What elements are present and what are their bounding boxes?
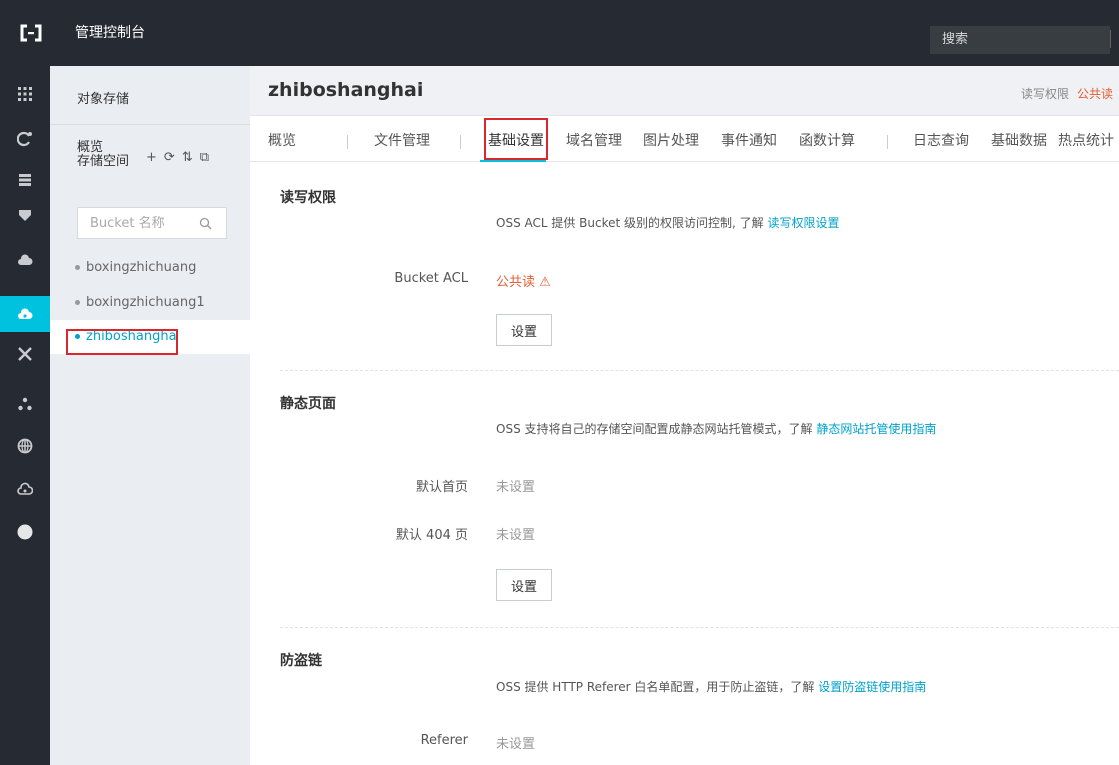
global-search[interactable]: 搜索 xyxy=(930,26,1110,54)
network-icon xyxy=(18,347,32,361)
rail-network[interactable] xyxy=(0,336,50,372)
grid-icon xyxy=(18,87,32,101)
tab-separator xyxy=(887,135,888,149)
main-content: zhiboshanghai 读写权限 公共读 概览 文件管理 基础设置 域名管理… xyxy=(250,66,1119,765)
section-desc-acl: OSS ACL 提供 Bucket 级别的权限访问控制, 了解 读写权限设置 xyxy=(496,214,840,231)
static-help-link[interactable]: 静态网站托管使用指南 xyxy=(816,422,936,436)
active-tab-indicator xyxy=(480,160,546,162)
acl-settings-button[interactable]: 设置 xyxy=(496,314,552,346)
highlight-box xyxy=(484,118,548,160)
default-index-value: 未设置 xyxy=(496,480,536,495)
highlight-box xyxy=(66,329,178,355)
rail-grid[interactable] xyxy=(0,76,50,112)
tab-basic-data[interactable]: 基础数据 xyxy=(991,130,1047,150)
search-icon[interactable] xyxy=(199,217,212,230)
rail-oss[interactable] xyxy=(0,296,50,332)
bucket-item[interactable]: boxingzhichuang1 xyxy=(50,286,250,320)
cdn-icon xyxy=(17,131,32,147)
rail-cluster[interactable] xyxy=(0,386,50,422)
tab-domain-management[interactable]: 域名管理 xyxy=(566,130,622,150)
section-divider xyxy=(280,370,1119,371)
bucket-header: zhiboshanghai 读写权限 公共读 xyxy=(250,66,1119,116)
acl-help-link[interactable]: 读写权限设置 xyxy=(768,216,840,230)
top-bar: 管理控制台 搜索 xyxy=(0,0,1119,66)
globe-icon xyxy=(17,438,33,454)
bucket-name: boxingzhichuang1 xyxy=(86,295,205,310)
refresh-icon[interactable]: ⟳ xyxy=(164,150,175,165)
desc-text: OSS ACL 提供 Bucket 级别的权限访问控制, 了解 xyxy=(496,216,768,230)
referer-help-link[interactable]: 设置防盗链使用指南 xyxy=(818,680,926,694)
section-title-referer: 防盗链 xyxy=(280,653,322,669)
default-404-label: 默认 404 页 xyxy=(395,528,468,543)
add-bucket-icon[interactable]: + xyxy=(146,150,157,165)
rail-cloud[interactable] xyxy=(0,242,50,278)
shield-icon xyxy=(19,210,31,221)
acl-value: 公共读 xyxy=(1077,87,1114,101)
sort-icon[interactable]: ⇅ xyxy=(182,150,193,165)
bucket-acl-label: Bucket ACL xyxy=(394,271,468,286)
bucket-toolbar: + ⟳ ⇅ ⧉ xyxy=(146,150,209,165)
section-title-static: 静态页面 xyxy=(280,396,336,412)
bucket-item-active[interactable]: zhiboshangha xyxy=(50,320,250,355)
circle-icon xyxy=(17,524,33,540)
acl-label: 读写权限 xyxy=(1021,87,1070,101)
section-desc-static: OSS 支持将自己的存储空间配置成静态网站托管模式，了解 静态网站托管使用指南 xyxy=(496,420,936,437)
section-title-acl: 读写权限 xyxy=(280,190,336,206)
bucket-item[interactable]: boxingzhichuang xyxy=(50,251,250,285)
cluster-icon xyxy=(18,397,32,411)
cloud-settings-icon xyxy=(17,482,33,495)
rail-cloud-settings[interactable] xyxy=(0,471,50,507)
bucket-tabs: 概览 文件管理 基础设置 域名管理 图片处理 事件通知 函数计算 日志查询 基础… xyxy=(250,116,1119,162)
server-icon xyxy=(19,174,31,186)
oss-icon xyxy=(18,308,33,319)
bucket-name: boxingzhichuang xyxy=(86,260,197,275)
aliyun-logo[interactable] xyxy=(0,0,62,66)
sidebar-title-divider xyxy=(50,124,250,125)
tab-function-compute[interactable]: 函数计算 xyxy=(799,130,855,150)
rail-globe[interactable] xyxy=(0,428,50,464)
bucket-acl-value: 公共读 ⚠ xyxy=(496,275,551,290)
logo-icon xyxy=(20,24,42,42)
static-settings-button[interactable]: 设置 xyxy=(496,569,552,601)
referer-label: Referer xyxy=(420,733,468,748)
sidebar-title: 对象存储 xyxy=(77,92,130,107)
tab-event-notification[interactable]: 事件通知 xyxy=(721,130,777,150)
default-404-value: 未设置 xyxy=(496,528,536,543)
tab-separator xyxy=(347,135,348,149)
rail-cdn[interactable] xyxy=(0,121,50,157)
referer-value: 未设置 xyxy=(496,737,536,752)
page-title: zhiboshanghai xyxy=(268,79,424,101)
rail-server[interactable] xyxy=(0,162,50,198)
sidebar-storage-label: 存储空间 xyxy=(77,154,130,169)
expand-icon[interactable]: ⧉ xyxy=(200,150,209,165)
product-rail xyxy=(0,66,50,765)
tab-hot-stats[interactable]: 热点统计 xyxy=(1058,130,1114,150)
tab-file-management[interactable]: 文件管理 xyxy=(374,130,430,150)
tab-overview[interactable]: 概览 xyxy=(268,130,296,150)
bucket-dot-icon xyxy=(75,265,80,270)
section-divider xyxy=(280,627,1119,628)
default-index-label: 默认首页 xyxy=(415,480,468,495)
tab-log-query[interactable]: 日志查询 xyxy=(913,130,969,150)
bucket-dot-icon xyxy=(75,300,80,305)
rail-circle[interactable] xyxy=(0,514,50,550)
topbar-divider xyxy=(1110,30,1111,48)
desc-text: OSS 支持将自己的存储空间配置成静态网站托管模式，了解 xyxy=(496,422,817,436)
oss-sidebar: 对象存储 概览 存储空间 + ⟳ ⇅ ⧉ boxingzhichuang box… xyxy=(50,66,250,765)
rail-security[interactable] xyxy=(0,197,50,233)
tab-image-processing[interactable]: 图片处理 xyxy=(643,130,699,150)
tab-separator xyxy=(460,135,461,149)
bucket-search xyxy=(77,207,227,239)
console-title[interactable]: 管理控制台 xyxy=(75,0,145,66)
section-desc-referer: OSS 提供 HTTP Referer 白名单配置，用于防止盗链，了解 设置防盗… xyxy=(496,678,926,695)
cloud-icon xyxy=(18,254,33,265)
desc-text: OSS 提供 HTTP Referer 白名单配置，用于防止盗链，了解 xyxy=(496,680,819,694)
bucket-search-input[interactable] xyxy=(90,215,195,231)
